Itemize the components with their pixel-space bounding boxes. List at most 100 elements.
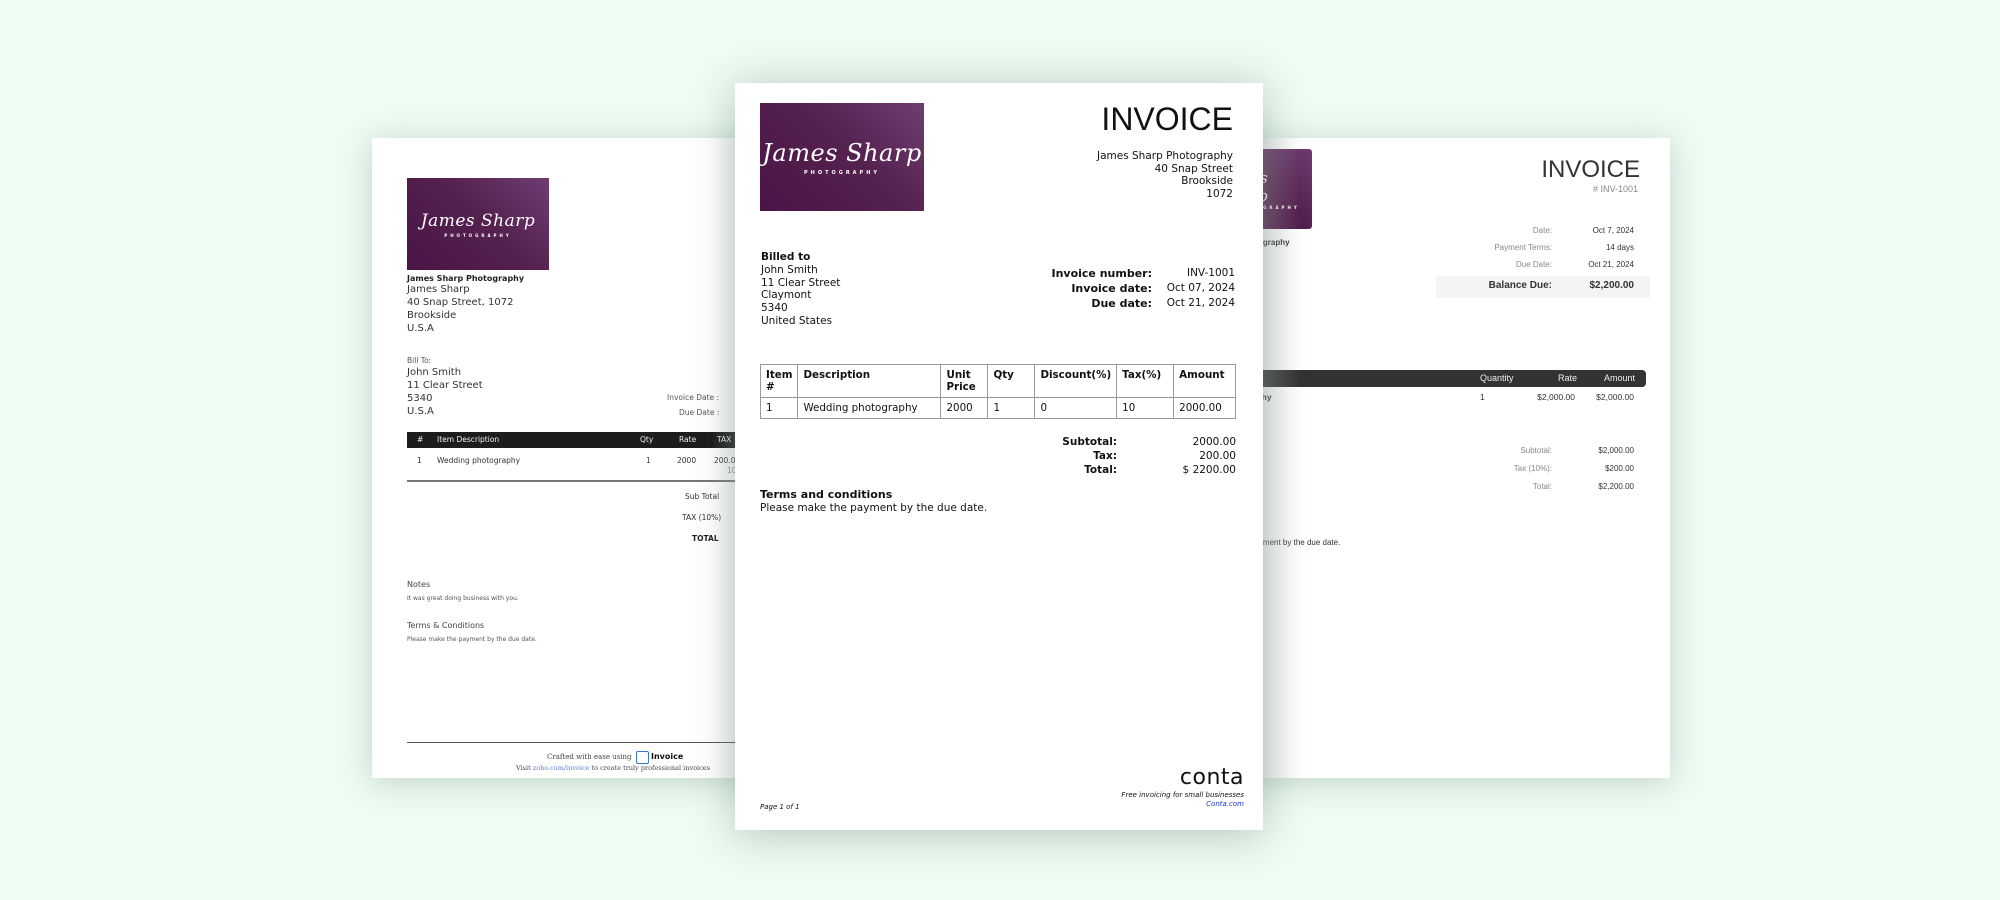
col-num: # bbox=[417, 435, 424, 444]
col-item-number: Item # bbox=[759, 364, 799, 398]
date-value: Oct 7, 2024 bbox=[1592, 226, 1634, 235]
invoice-title: INVOICE bbox=[1101, 101, 1233, 137]
zoho-link[interactable]: zoho.com/invoice bbox=[533, 764, 590, 772]
conta-logo: conta bbox=[1179, 765, 1244, 790]
col-rate: Rate bbox=[1558, 373, 1578, 383]
table-row: 1 Wedding photography 2000 1 0 10 2000.0… bbox=[759, 397, 1236, 419]
address-line: Brookside bbox=[407, 310, 457, 321]
col-rate: Rate bbox=[679, 435, 697, 444]
cell-rate: $2,000.00 bbox=[1537, 392, 1575, 402]
conta-link[interactable]: Conta.com bbox=[1121, 800, 1244, 809]
invoice-meta-values: INV-1001 Oct 07, 2024 Oct 21, 2024 bbox=[1167, 266, 1235, 311]
notes-text: It was great doing business with you. bbox=[407, 595, 519, 602]
address-line: 40 Snap Street bbox=[1154, 162, 1233, 175]
visit-text: Visit bbox=[516, 764, 531, 772]
cell-qty: 1 bbox=[646, 456, 651, 465]
company-address: James Sharp Photography 40 Snap Street B… bbox=[1097, 150, 1233, 201]
totals-labels: Subtotal: Tax: Total: bbox=[1062, 435, 1117, 477]
plain-invoice-preview[interactable]: James Sharp PHOTOGRAPHY INVOICE # INV-10… bbox=[1230, 138, 1670, 778]
due-date-value: Oct 21, 2024 bbox=[1588, 260, 1634, 269]
conta-invoice-preview[interactable]: James Sharp PHOTOGRAPHY INVOICE James Sh… bbox=[735, 83, 1263, 830]
company-logo: James Sharp PHOTOGRAPHY bbox=[760, 103, 924, 211]
tax-label: Tax (10%): bbox=[1513, 464, 1552, 473]
col-description: Description bbox=[797, 364, 942, 398]
zoho-invoice-preview[interactable]: James Sharp PHOTOGRAPHY IN James Sharp P… bbox=[372, 138, 772, 778]
invoice-number-label: Invoice number: bbox=[1051, 267, 1152, 280]
address-line: James Sharp Photography bbox=[1096, 150, 1233, 162]
company-address: James Sharp 40 Snap Street, 1072 Brooksi… bbox=[407, 283, 513, 335]
cell-description: Wedding photography bbox=[437, 456, 521, 465]
logo-sub-text: PHOTOGRAPHY bbox=[444, 232, 512, 238]
cell-amount: $2,000.00 bbox=[1596, 392, 1634, 402]
cell-description: Wedding photography bbox=[797, 397, 942, 419]
invoice-number-value: INV-1001 bbox=[1186, 267, 1235, 279]
address-line: 11 Clear Street bbox=[407, 380, 483, 391]
address-line: Claymont bbox=[761, 289, 812, 302]
invoice-date-label: Invoice date: bbox=[1071, 282, 1152, 295]
due-date-label: Due date: bbox=[1091, 297, 1152, 310]
total-label: Total: bbox=[1532, 482, 1552, 491]
terms-label: Terms & Conditions bbox=[407, 621, 485, 630]
logo-script-text: James Sharp bbox=[420, 210, 536, 231]
company-logo: James Sharp PHOTOGRAPHY bbox=[407, 178, 549, 270]
due-date-value: Oct 21, 2024 bbox=[1166, 297, 1235, 309]
cell-num: 1 bbox=[417, 456, 422, 465]
invoice-title: INVOICE bbox=[1541, 156, 1640, 183]
due-date-label: Due Date: bbox=[1515, 260, 1552, 269]
subtotal-label: Subtotal: bbox=[1062, 436, 1117, 448]
invoice-meta-labels: Invoice number: Invoice date: Due date: bbox=[1051, 266, 1152, 311]
payment-terms-label: Payment Terms: bbox=[1494, 243, 1552, 252]
cell-item-number: 1 bbox=[759, 397, 799, 419]
col-amount: Amount bbox=[1604, 373, 1636, 383]
address-line: 5340 bbox=[761, 302, 788, 315]
terms-label: Terms and conditions bbox=[760, 488, 893, 501]
items-table: Item # Description Unit Price Qty Discou… bbox=[759, 364, 1236, 419]
address-line: John Smith bbox=[407, 367, 462, 378]
col-description: Item Description bbox=[437, 435, 500, 444]
cell-rate: 2000 bbox=[677, 456, 697, 465]
address-line: United States bbox=[761, 314, 833, 327]
date-label: Date: bbox=[1532, 226, 1552, 235]
address-line: 40 Snap Street, 1072 bbox=[407, 297, 514, 308]
tax-value: 200.00 bbox=[1199, 450, 1236, 462]
address-line: 5340 bbox=[407, 393, 433, 404]
address-line: 1072 bbox=[1206, 188, 1233, 201]
balance-due-label: Balance Due: bbox=[1488, 280, 1552, 291]
cell-amount: 2000.00 bbox=[1173, 397, 1236, 419]
totals-values: 2000.00 200.00 $ 2200.00 bbox=[1183, 435, 1236, 477]
cell-discount: 0 bbox=[1034, 397, 1118, 419]
cell-qty: 1 bbox=[987, 397, 1036, 419]
billed-to-label: Billed to bbox=[761, 251, 811, 263]
total-value: $ 2200.00 bbox=[1182, 464, 1236, 476]
col-qty: Qty bbox=[640, 435, 654, 444]
logo-sub-text: PHOTOGRAPHY bbox=[803, 169, 881, 176]
col-discount: Discount(%) bbox=[1034, 364, 1118, 398]
address-line: U.S.A bbox=[407, 406, 434, 417]
balance-due-value: $2,200.00 bbox=[1589, 280, 1635, 291]
col-tax: Tax(%) bbox=[1116, 364, 1175, 398]
address-line: Brookside bbox=[1181, 175, 1233, 188]
cell-tax: 10 bbox=[1116, 397, 1175, 419]
subtotal-value: 2000.00 bbox=[1192, 436, 1236, 448]
invoice-number: # INV-1001 bbox=[1592, 184, 1638, 194]
address-line: 11 Clear Street bbox=[761, 276, 841, 289]
terms-text: Please make the payment by the due date. bbox=[407, 636, 537, 643]
conta-footer: Free invoicing for small businesses Cont… bbox=[1121, 791, 1244, 809]
crafted-text: Crafted with ease using bbox=[547, 753, 632, 761]
zoho-invoice-brand: Invoice bbox=[650, 752, 684, 761]
col-amount: Amount bbox=[1173, 364, 1236, 398]
tax-label: Tax: bbox=[1093, 450, 1117, 462]
visit-rest-text: to create truly professional invoices bbox=[591, 764, 710, 772]
footer-visit: Visit zoho.com/invoice to create truly p… bbox=[516, 762, 710, 775]
cell-unit-price: 2000 bbox=[940, 397, 989, 419]
table-header-row: Item # Description Unit Price Qty Discou… bbox=[759, 364, 1236, 398]
subtotal-value: $2,000.00 bbox=[1598, 446, 1634, 455]
col-quantity: Quantity bbox=[1480, 373, 1514, 383]
logo-script-text: James Sharp bbox=[762, 138, 922, 167]
notes-label: Notes bbox=[407, 580, 431, 589]
tax-value: $200.00 bbox=[1605, 464, 1634, 473]
col-qty: Qty bbox=[987, 364, 1036, 398]
bill-to-address: John Smith 11 Clear Street 5340 U.S.A bbox=[407, 366, 483, 418]
cell-qty: 1 bbox=[1480, 392, 1485, 402]
conta-tagline: Free invoicing for small businesses bbox=[1121, 791, 1244, 799]
